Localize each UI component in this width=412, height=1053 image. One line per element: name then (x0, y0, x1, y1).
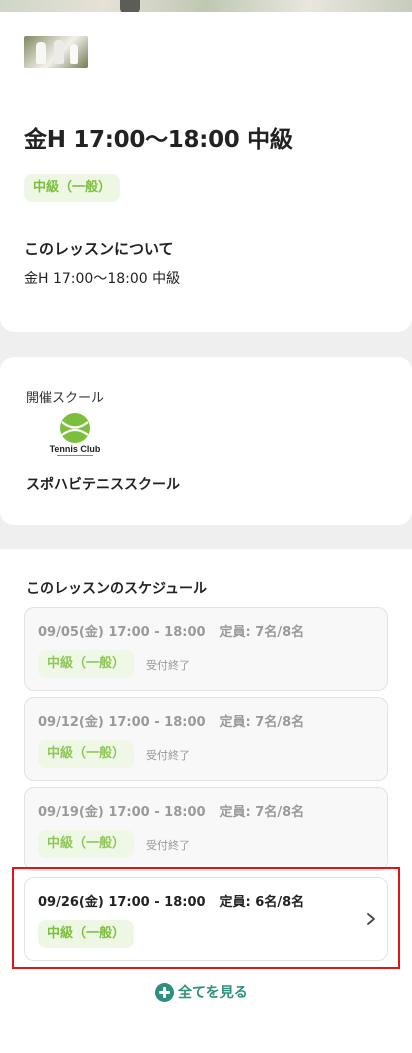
level-badge: 中級（一般） (38, 740, 135, 768)
about-text: 金H 17:00〜18:00 中級 (24, 271, 181, 287)
schedule-datetime: 09/26(金) 17:00 - 18:00 (38, 895, 206, 910)
schedule-heading: このレッスンのスケジュール (26, 581, 208, 597)
about-heading: このレッスンについて (24, 240, 174, 258)
tennis-club-logo: Tennis Club (50, 413, 101, 456)
schedule-capacity: 定員: 7名/8名 (219, 625, 305, 640)
schedule-capacity: 定員: 7名/8名 (219, 805, 305, 820)
level-badge: 中級（一般） (38, 920, 135, 948)
schedule-capacity: 定員: 7名/8名 (219, 715, 305, 730)
schedule-capacity: 定員: 6名/8名 (219, 895, 305, 910)
schedule-datetime: 09/05(金) 17:00 - 18:00 (38, 625, 206, 640)
schedule-item: 09/12(金) 17:00 - 18:00 定員: 7名/8名 中級（一般） 受… (24, 697, 388, 781)
status-label: 受付終了 (146, 749, 190, 762)
logo-text: Tennis Club (50, 444, 101, 454)
school-name: スポハビテニススクール (26, 477, 180, 493)
see-all-label: 全てを見る (178, 985, 248, 1001)
level-badge: 中級（一般） (24, 174, 121, 202)
level-badge: 中級（一般） (38, 830, 135, 858)
schedule-datetime: 09/19(金) 17:00 - 18:00 (38, 805, 206, 820)
level-badge: 中級（一般） (38, 650, 135, 678)
schedule-item: 09/19(金) 17:00 - 18:00 定員: 7名/8名 中級（一般） 受… (24, 787, 388, 871)
schedule-section: このレッスンのスケジュール 09/05(金) 17:00 - 18:00 定員: … (0, 549, 412, 1053)
lesson-info-card: 金H 17:00〜18:00 中級 中級（一般） このレッスンについて 金H 1… (0, 12, 412, 332)
host-label: 開催スクール (26, 391, 105, 406)
plus-circle-icon (155, 982, 174, 1002)
schedule-item-bookable[interactable]: 09/26(金) 17:00 - 18:00 定員: 6名/8名 中級（一般） (24, 877, 388, 961)
status-label: 受付終了 (146, 659, 190, 672)
host-school-card[interactable]: 開催スクール Tennis Club スポハビテニススクール (0, 357, 412, 525)
lesson-thumbnail (24, 36, 88, 68)
schedule-datetime: 09/12(金) 17:00 - 18:00 (38, 715, 206, 730)
schedule-item: 09/05(金) 17:00 - 18:00 定員: 7名/8名 中級（一般） 受… (24, 607, 388, 691)
see-all-link[interactable]: 全てを見る (155, 981, 248, 1003)
status-label: 受付終了 (146, 839, 190, 852)
lesson-title: 金H 17:00〜18:00 中級 (24, 127, 293, 153)
chevron-right-icon (367, 913, 375, 925)
